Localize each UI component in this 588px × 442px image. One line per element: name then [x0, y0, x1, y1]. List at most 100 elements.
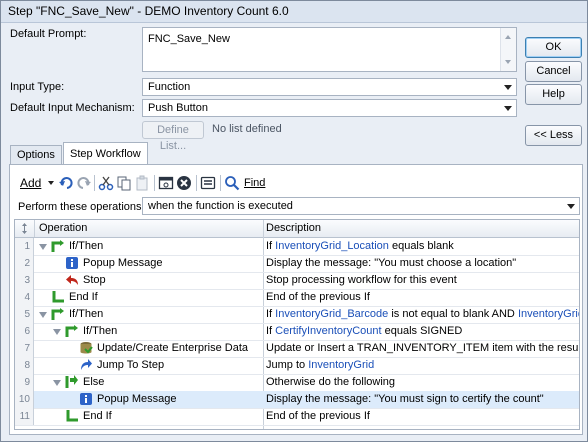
operation-label: Else	[83, 376, 105, 388]
column-header-operation[interactable]: Operation	[39, 222, 87, 234]
table-row[interactable]: 3 Stop Stop processing workflow for this e…	[15, 272, 579, 290]
expand-icon[interactable]	[53, 329, 61, 335]
table-row[interactable]: 6 If/Then If CertifyInventoryCount equals …	[15, 323, 579, 341]
expand-icon[interactable]	[39, 312, 47, 318]
description-segment: equals blank	[388, 240, 454, 252]
no-list-text: No list defined	[212, 123, 282, 135]
description-text: Display the message: "You must sign to c…	[266, 391, 544, 408]
toolbar-separator	[94, 175, 95, 191]
description-text: Stop processing workflow for this event	[266, 272, 457, 289]
end-if-icon	[65, 409, 79, 423]
description-segment: If	[266, 325, 276, 337]
default-prompt-label: Default Prompt:	[10, 28, 87, 40]
description-segment: If	[266, 308, 276, 320]
table-row[interactable]: 7 Update/Create Enterprise Data Update or …	[15, 340, 579, 358]
description-segment: End of the previous If	[266, 291, 370, 303]
sort-icon[interactable]	[15, 220, 35, 237]
chevron-down-icon	[504, 85, 512, 90]
ok-button[interactable]: OK	[525, 37, 582, 58]
field-reference: InventoryGrid	[308, 359, 375, 371]
toolbar-separator	[196, 175, 197, 191]
prompt-scrollbar[interactable]	[500, 28, 516, 71]
table-row[interactable]: 5 If/Then If InventoryGrid_Barcode is not …	[15, 306, 579, 324]
jump-icon	[79, 358, 93, 372]
chevron-down-icon	[567, 204, 575, 209]
operation-label: If/Then	[69, 240, 104, 252]
operation-label: Popup Message	[83, 257, 163, 269]
field-reference: InventoryGrid_Item	[517, 308, 579, 320]
scroll-up-icon[interactable]	[505, 35, 511, 39]
list-icon[interactable]	[200, 175, 216, 191]
copy-icon[interactable]	[116, 175, 132, 191]
paste-icon[interactable]	[134, 175, 150, 191]
info-icon	[65, 256, 79, 270]
help-button[interactable]: Help	[525, 84, 582, 105]
row-number: 8	[15, 357, 34, 374]
if-then-icon	[51, 307, 65, 321]
row-number: 11	[15, 408, 34, 425]
row-number: 3	[15, 272, 34, 289]
scroll-down-icon[interactable]	[505, 60, 511, 64]
delete-icon[interactable]	[176, 175, 192, 191]
description-segment: Display the message: "You must choose a …	[266, 257, 517, 269]
description-segment: is not equal to blank AND	[388, 308, 518, 320]
table-row[interactable]: 9 Else Otherwise do the following	[15, 374, 579, 392]
operation-label: End If	[83, 410, 112, 422]
description-text: End of the previous If	[266, 289, 370, 306]
row-number: 9	[15, 374, 34, 391]
operation-label: End If	[69, 291, 98, 303]
grid-header: Operation Description	[15, 220, 579, 238]
add-dropdown-icon[interactable]	[48, 181, 54, 185]
operation-label: Popup Message	[97, 393, 177, 405]
undo-icon[interactable]	[58, 175, 74, 191]
end-if-icon	[51, 290, 65, 304]
default-prompt-value: FNC_Save_New	[148, 33, 230, 45]
input-type-select[interactable]: Function	[142, 78, 517, 96]
less-button[interactable]: << Less	[525, 125, 582, 146]
window-title: Step "FNC_Save_New" - DEMO Inventory Cou…	[1, 1, 587, 23]
expand-icon[interactable]	[53, 380, 61, 386]
table-row[interactable]: 1 If/Then If InventoryGrid_Location equals…	[15, 238, 579, 256]
chevron-down-icon	[504, 106, 512, 111]
row-number: 6	[15, 323, 34, 340]
table-row[interactable]: 11 End If End of the previous If	[15, 408, 579, 426]
operation-label: If/Then	[83, 325, 118, 337]
cancel-button[interactable]: Cancel	[525, 61, 582, 82]
input-mechanism-select[interactable]: Push Button	[142, 99, 517, 117]
table-row[interactable]: 4 End If End of the previous If	[15, 289, 579, 307]
field-reference: InventoryGrid_Barcode	[275, 308, 389, 320]
description-text: If CertifyInventoryCount equals SIGNED	[266, 323, 462, 340]
operation-label: Jump To Step	[97, 359, 165, 371]
column-header-description[interactable]: Description	[266, 222, 321, 234]
description-text: Otherwise do the following	[266, 374, 395, 391]
operation-label: Update/Create Enterprise Data	[97, 342, 249, 354]
table-row[interactable]: 10 Popup Message Display the message: "You…	[15, 391, 579, 409]
row-number: 10	[15, 391, 34, 408]
tab-options[interactable]: Options	[10, 145, 62, 164]
cut-icon[interactable]	[98, 175, 114, 191]
table-row[interactable]: 2 Popup Message Display the message: "You …	[15, 255, 579, 273]
row-number: 7	[15, 340, 34, 357]
tab-step-workflow[interactable]: Step Workflow	[63, 142, 148, 165]
properties-icon[interactable]	[158, 175, 174, 191]
perform-operations-select[interactable]: when the function is executed	[142, 197, 580, 215]
define-list-button[interactable]: Define List...	[142, 121, 204, 152]
field-reference: InventoryGrid_Location	[275, 240, 389, 252]
find-icon[interactable]	[224, 175, 240, 191]
workflow-grid: Operation Description 1 If/Then If Invento…	[14, 219, 580, 430]
description-text: End of the previous If	[266, 408, 370, 425]
table-row[interactable]: 8 Jump To Step Jump to InventoryGrid	[15, 357, 579, 375]
description-segment: equals SIGNED	[381, 325, 463, 337]
add-button[interactable]: Add	[20, 173, 41, 193]
info-icon	[79, 392, 93, 406]
redo-icon[interactable]	[76, 175, 92, 191]
row-number: 4	[15, 289, 34, 306]
expand-icon[interactable]	[39, 244, 47, 250]
description-segment: Otherwise do the following	[266, 376, 396, 388]
perform-operations-label: Perform these operations	[18, 201, 142, 213]
find-button[interactable]: Find	[244, 173, 265, 193]
description-segment: Stop processing workflow for this event	[266, 274, 457, 286]
default-prompt-field[interactable]: FNC_Save_New	[142, 27, 517, 72]
default-input-mechanism-label: Default Input Mechanism:	[10, 102, 135, 114]
row-number: 5	[15, 306, 34, 323]
